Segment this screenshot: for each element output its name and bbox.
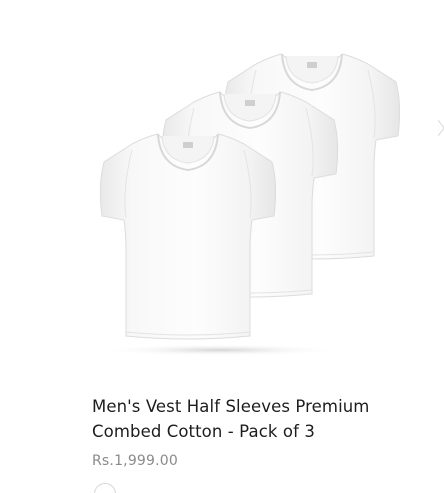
product-card[interactable]: Men's Vest Half Sleeves Premium Combed C…: [0, 0, 444, 493]
color-swatch-white[interactable]: [94, 483, 116, 493]
product-title-line-2[interactable]: Combed Cotton - Pack of 3: [92, 419, 432, 444]
product-title-line-1[interactable]: Men's Vest Half Sleeves Premium: [92, 394, 432, 419]
product-price: Rs.1,999.00: [92, 453, 179, 469]
product-title[interactable]: Men's Vest Half Sleeves Premium Combed C…: [92, 394, 432, 444]
product-image[interactable]: [0, 0, 444, 372]
vest-front-image: [99, 133, 277, 340]
chevron-right-icon[interactable]: [438, 120, 444, 136]
